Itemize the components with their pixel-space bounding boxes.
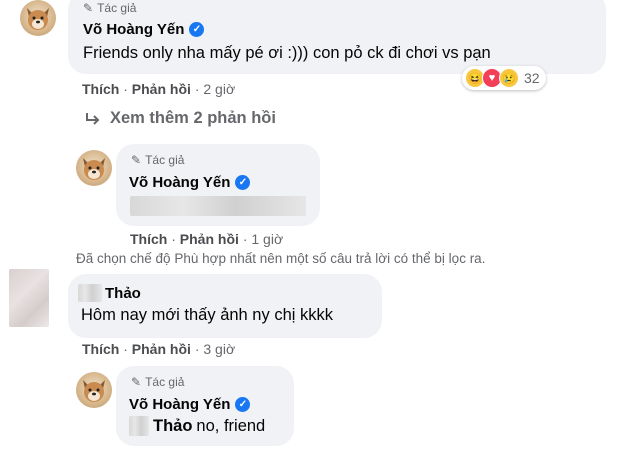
dog-avatar-icon: [83, 158, 105, 180]
author-badge: ✎ Tác giả: [83, 1, 137, 15]
like-button[interactable]: Thích: [130, 231, 167, 247]
reply2-author-badge: ✎ Tác giả: [131, 375, 185, 389]
reply1-author-badge: ✎ Tác giả: [131, 153, 185, 167]
comment-actions: Thích · Phản hồi · 2 giờ: [82, 81, 236, 97]
reply1-time[interactable]: 1 giờ: [251, 231, 283, 247]
view-more-label[interactable]: Xem thêm 2 phản hồi: [110, 109, 276, 128]
comment2-actions: Thích · Phản hồi · 3 giờ: [82, 341, 236, 357]
reply1-author-name[interactable]: Võ Hoàng Yến: [129, 174, 230, 191]
reply1-author-row[interactable]: Võ Hoàng Yến ✓: [129, 174, 251, 191]
comment2-avatar[interactable]: [9, 269, 49, 327]
like-button[interactable]: Thích: [82, 341, 119, 357]
reply2-text-row: Thảo no, friend: [129, 416, 265, 436]
pencil-icon: ✎: [131, 153, 142, 167]
verified-badge-icon: ✓: [189, 22, 205, 37]
reply2-author-row[interactable]: Võ Hoàng Yến ✓: [129, 396, 251, 413]
reply2-text: no, friend: [196, 416, 266, 435]
author-avatar[interactable]: [20, 0, 56, 36]
reaction-summary[interactable]: 😆 ♥ 😢 32: [462, 66, 546, 90]
mention-blur: [129, 416, 149, 436]
filter-notice: Đã chọn chế độ Phù hợp nhất nên một số c…: [76, 251, 486, 266]
reply-button[interactable]: Phản hồi: [132, 341, 191, 357]
sad-reaction-icon: 😢: [499, 68, 519, 88]
like-button[interactable]: Thích: [82, 81, 119, 97]
reply2-author-name[interactable]: Võ Hoàng Yến: [129, 396, 230, 413]
reply-button[interactable]: Phản hồi: [180, 231, 239, 247]
verified-badge-icon: ✓: [235, 175, 251, 190]
comment2-author-blur: [78, 284, 102, 302]
pencil-icon: ✎: [131, 375, 142, 389]
author-name[interactable]: Võ Hoàng Yến: [83, 21, 184, 38]
view-more-replies[interactable]: Xem thêm 2 phản hồi: [84, 109, 276, 128]
reply-arrow-icon: [86, 112, 100, 125]
dog-avatar-icon: [83, 380, 105, 402]
dog-avatar-icon: [27, 8, 49, 30]
comment-time[interactable]: 2 giờ: [203, 81, 235, 97]
comment2-time[interactable]: 3 giờ: [203, 341, 235, 357]
comment2-author-name[interactable]: Thảo: [105, 285, 141, 302]
pencil-icon: ✎: [83, 1, 94, 15]
comment2-author-row[interactable]: Thảo: [78, 284, 141, 302]
reply1-blurred-text: [130, 196, 306, 216]
reply1-avatar[interactable]: [76, 150, 112, 186]
reply1-actions: Thích · Phản hồi · 1 giờ: [130, 231, 284, 247]
reply2-avatar[interactable]: [76, 372, 112, 408]
reply-button[interactable]: Phản hồi: [132, 81, 191, 97]
author-name-row[interactable]: Võ Hoàng Yến ✓: [83, 21, 205, 38]
reaction-count: 32: [524, 70, 540, 86]
comment-text: Friends only nha mấy pé ơi :))) con pỏ c…: [83, 44, 491, 62]
mention-link[interactable]: Thảo: [153, 417, 192, 436]
comment2-text: Hôm nay mới thấy ảnh ny chị kkkk: [81, 306, 333, 324]
verified-badge-icon: ✓: [235, 397, 251, 412]
